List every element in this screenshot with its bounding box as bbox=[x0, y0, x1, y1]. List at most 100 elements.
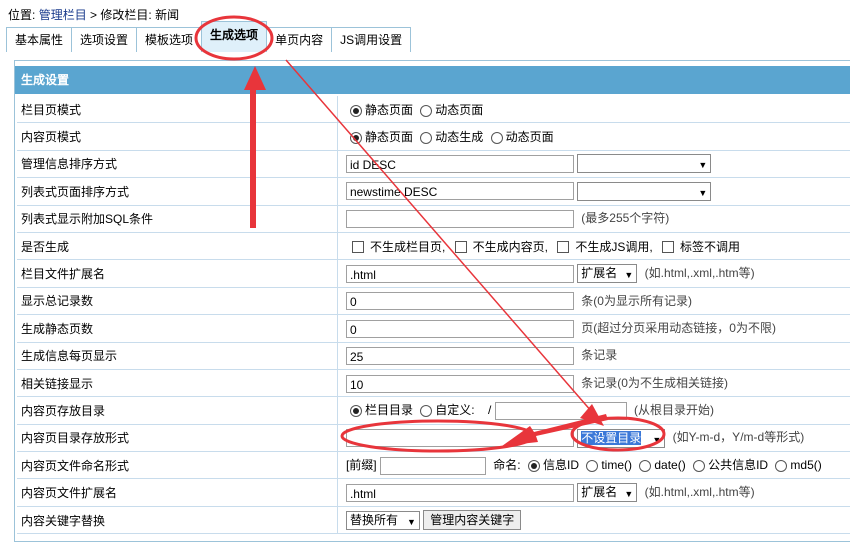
naming-label: 命名: bbox=[493, 457, 521, 472]
manage-keywords-button[interactable]: 管理内容关键字 bbox=[423, 510, 522, 531]
checkbox-label: 不生成内容页, bbox=[472, 239, 548, 254]
row-label: 内容页文件扩展名 bbox=[17, 478, 338, 507]
radio-label: 动态页面 bbox=[505, 130, 554, 145]
tab-single-page[interactable]: 单页内容 bbox=[266, 27, 333, 52]
checkbox-label: 不生成栏目页, bbox=[369, 239, 446, 254]
table-row: 是否生成 不生成栏目页, 不生成内容页, 不生成JS调用, 标签不调用 bbox=[17, 232, 850, 261]
manage-sort-input[interactable]: id DESC bbox=[345, 154, 574, 173]
tab-js-settings[interactable]: JS调用设置 bbox=[331, 27, 412, 52]
table-row: 内容页文件命名形式 [前缀] 命名: 信息ID time() date() 公共… bbox=[17, 451, 850, 480]
table-row: 列表式页面排序方式 newstime DESC ▼ bbox=[17, 177, 850, 206]
radio-static-page[interactable] bbox=[349, 131, 362, 144]
row-label: 管理信息排序方式 bbox=[17, 150, 338, 179]
radio-info-id[interactable] bbox=[527, 459, 540, 472]
hint-text: (如Y-m-d，Y/m-d等形式) bbox=[672, 430, 805, 445]
radio-md5[interactable] bbox=[775, 459, 788, 472]
radio-dynamic-page[interactable] bbox=[420, 104, 433, 117]
radio-custom-dir[interactable] bbox=[420, 404, 433, 417]
row-label: 显示总记录数 bbox=[17, 287, 338, 316]
row-label: 是否生成 bbox=[17, 232, 338, 261]
settings-panel: 生成设置 栏目页模式 静态页面 动态页面 内容页模式 静态页面 动态生成 动态页… bbox=[14, 60, 850, 542]
hint-text: 页(超过分页采用动态链接，0为不限) bbox=[581, 320, 776, 335]
radio-time[interactable] bbox=[586, 459, 599, 472]
radio-dynamic-generate[interactable] bbox=[420, 131, 433, 144]
radio-label: md5() bbox=[790, 457, 822, 472]
tab-template[interactable]: 模板选项 bbox=[136, 27, 203, 52]
table-row: 相关链接显示 10 条记录(0为不生成相关链接) bbox=[17, 369, 850, 398]
table-row: 栏目页模式 静态页面 动态页面 bbox=[17, 96, 850, 124]
table-row: 内容页目录存放形式 不设置目录 ▼ (如Y-m-d，Y/m-d等形式) bbox=[17, 424, 850, 453]
breadcrumb-current: 修改栏目: 新闻 bbox=[100, 8, 180, 22]
per-page-input[interactable]: 25 bbox=[345, 347, 574, 366]
keyword-replace-select[interactable]: 替换所有 ▼ bbox=[345, 510, 420, 530]
total-records-input[interactable]: 0 bbox=[345, 292, 574, 311]
radio-label: 公共信息ID bbox=[708, 457, 769, 472]
checkbox-no-content-page[interactable] bbox=[454, 241, 467, 254]
slash-text: / bbox=[487, 403, 492, 418]
tab-options[interactable]: 选项设置 bbox=[71, 27, 138, 52]
content-ext-input[interactable]: .html bbox=[345, 483, 574, 502]
table-row: 内容页存放目录 栏目目录 自定义: / (从根目录开始) bbox=[17, 396, 850, 425]
radio-column-dir[interactable] bbox=[349, 404, 362, 417]
breadcrumb: 位置: 管理栏目 > 修改栏目: 新闻 bbox=[8, 6, 179, 23]
checkbox-label: 标签不调用 bbox=[680, 239, 741, 254]
hint-text: 条记录 bbox=[581, 348, 618, 363]
radio-label: time() bbox=[601, 457, 633, 472]
checkbox-no-tag[interactable] bbox=[662, 241, 674, 254]
table-row: 内容关键字替换 替换所有 ▼ 管理内容关键字 bbox=[17, 506, 850, 535]
radio-dynamic-page[interactable] bbox=[490, 131, 503, 144]
chevron-down-icon: ▼ bbox=[698, 187, 708, 198]
table-row: 生成静态页数 0 页(超过分页采用动态链接，0为不限) bbox=[17, 314, 850, 343]
tab-bar: 基本属性 选项设置 模板选项 生成选项 单页内容 JS调用设置 bbox=[6, 21, 412, 52]
related-links-input[interactable]: 10 bbox=[345, 374, 574, 393]
breadcrumb-prefix: 位置: bbox=[8, 8, 36, 22]
chevron-down-icon: ▼ bbox=[698, 160, 708, 171]
select-value: 替换所有 bbox=[349, 512, 398, 527]
row-label: 内容页目录存放形式 bbox=[17, 424, 338, 453]
file-prefix-input[interactable] bbox=[379, 456, 486, 475]
chevron-down-icon: ▼ bbox=[407, 516, 416, 527]
tab-basic[interactable]: 基本属性 bbox=[6, 27, 73, 52]
radio-public-id[interactable] bbox=[693, 459, 706, 472]
row-label: 内容页模式 bbox=[17, 122, 338, 151]
column-ext-select[interactable]: 扩展名 ▼ bbox=[577, 264, 638, 284]
radio-date[interactable] bbox=[639, 459, 652, 472]
row-label: 内容关键字替换 bbox=[17, 506, 338, 535]
radio-static-page[interactable] bbox=[349, 104, 362, 117]
radio-label: 自定义: bbox=[435, 403, 475, 418]
checkbox-no-column-page[interactable] bbox=[351, 241, 364, 254]
breadcrumb-sep: > bbox=[90, 8, 98, 22]
hint-text: 条记录(0为不生成相关链接) bbox=[581, 375, 728, 390]
breadcrumb-link[interactable]: 管理栏目 bbox=[39, 8, 87, 22]
radio-label: date() bbox=[654, 457, 686, 472]
hint-text: (最多255个字符) bbox=[581, 211, 670, 226]
sql-condition-input[interactable] bbox=[345, 210, 574, 229]
table-row: 管理信息排序方式 id DESC ▼ bbox=[17, 150, 850, 179]
row-label: 生成信息每页显示 bbox=[17, 342, 338, 370]
dir-format-select[interactable]: 不设置目录 ▼ bbox=[577, 428, 666, 448]
row-label: 相关链接显示 bbox=[17, 369, 338, 398]
select-value: 扩展名 bbox=[581, 485, 618, 500]
hint-text: (如.html,.xml,.htm等) bbox=[644, 265, 755, 280]
list-sort-select[interactable]: ▼ bbox=[577, 181, 712, 201]
custom-dir-input[interactable] bbox=[494, 401, 627, 420]
chevron-down-icon: ▼ bbox=[624, 489, 634, 500]
radio-label: 静态页面 bbox=[364, 130, 413, 145]
manage-sort-select[interactable]: ▼ bbox=[577, 154, 712, 174]
table-row: 栏目文件扩展名 .html 扩展名 ▼ (如.html,.xml,.htm等) bbox=[17, 259, 850, 288]
list-sort-input[interactable]: newstime DESC bbox=[345, 182, 574, 201]
hint-text: (从根目录开始) bbox=[634, 403, 715, 418]
tab-generate[interactable]: 生成选项 bbox=[201, 21, 268, 52]
dir-format-input[interactable] bbox=[345, 429, 574, 448]
radio-label: 动态页面 bbox=[435, 102, 484, 117]
table-row: 内容页模式 静态页面 动态生成 动态页面 bbox=[17, 122, 850, 151]
column-ext-input[interactable]: .html bbox=[345, 264, 574, 283]
radio-label: 动态生成 bbox=[435, 130, 484, 145]
table-row: 内容页文件扩展名 .html 扩展名 ▼ (如.html,.xml,.htm等) bbox=[17, 478, 850, 507]
content-ext-select[interactable]: 扩展名 ▼ bbox=[577, 483, 638, 503]
row-label: 列表式显示附加SQL条件 bbox=[17, 205, 338, 233]
select-value: 不设置目录 bbox=[581, 430, 642, 445]
static-pages-input[interactable]: 0 bbox=[345, 319, 574, 338]
checkbox-no-js[interactable] bbox=[557, 241, 570, 254]
hint-text: (如.html,.xml,.htm等) bbox=[644, 485, 755, 499]
